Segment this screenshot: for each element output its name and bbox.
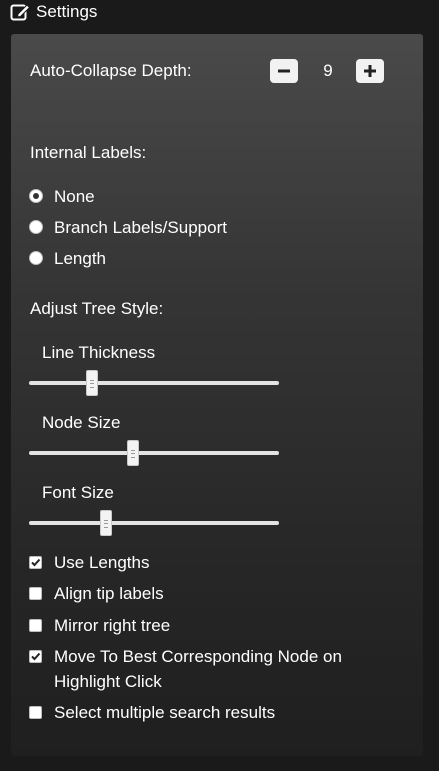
- select-multiple-results-label[interactable]: Select multiple search results: [54, 703, 275, 723]
- increase-depth-button[interactable]: [356, 59, 384, 83]
- move-to-best-node-checkbox[interactable]: [29, 650, 42, 663]
- move-to-best-node-label[interactable]: Move To Best Corresponding Node on: [54, 647, 342, 667]
- radio-none[interactable]: [29, 189, 43, 203]
- auto-collapse-label: Auto-Collapse Depth:: [30, 61, 192, 80]
- checkmark-icon: [31, 652, 41, 661]
- line-thickness-handle[interactable]: [86, 370, 99, 396]
- line-thickness-label: Line Thickness: [42, 343, 156, 362]
- line-thickness-slider[interactable]: [29, 381, 279, 385]
- align-tip-labels-label[interactable]: Align tip labels: [54, 584, 164, 604]
- node-size-slider[interactable]: [29, 451, 279, 455]
- radio-length-label[interactable]: Length: [54, 249, 106, 269]
- decrease-depth-button[interactable]: [270, 59, 298, 83]
- edit-icon: [10, 2, 32, 22]
- internal-labels-heading: Internal Labels:: [30, 143, 147, 162]
- plus-icon: [364, 65, 376, 77]
- use-lengths-label[interactable]: Use Lengths: [54, 553, 149, 573]
- minus-icon: [278, 69, 290, 73]
- mirror-right-tree-label[interactable]: Mirror right tree: [54, 616, 170, 636]
- radio-none-label[interactable]: None: [54, 187, 95, 207]
- settings-panel: Auto-Collapse Depth: 9 Internal Labels: …: [11, 34, 423, 756]
- use-lengths-checkbox[interactable]: [29, 556, 42, 569]
- depth-value: 9: [323, 61, 333, 80]
- settings-header[interactable]: Settings: [10, 1, 97, 23]
- mirror-right-tree-checkbox[interactable]: [29, 619, 42, 632]
- font-size-handle[interactable]: [100, 510, 113, 536]
- align-tip-labels-checkbox[interactable]: [29, 587, 42, 600]
- node-size-handle[interactable]: [126, 440, 139, 466]
- node-size-label: Node Size: [42, 413, 121, 432]
- tree-style-heading: Adjust Tree Style:: [30, 299, 164, 318]
- select-multiple-results-checkbox[interactable]: [29, 706, 42, 719]
- radio-branch-labels-label[interactable]: Branch Labels/Support: [54, 218, 227, 238]
- font-size-slider[interactable]: [29, 521, 279, 525]
- checkmark-icon: [31, 558, 41, 567]
- font-size-label: Font Size: [42, 483, 114, 502]
- settings-title: Settings: [36, 2, 98, 21]
- move-to-best-node-label-line2[interactable]: Highlight Click: [54, 672, 162, 692]
- radio-branch-labels[interactable]: [29, 220, 43, 234]
- radio-length[interactable]: [29, 251, 43, 265]
